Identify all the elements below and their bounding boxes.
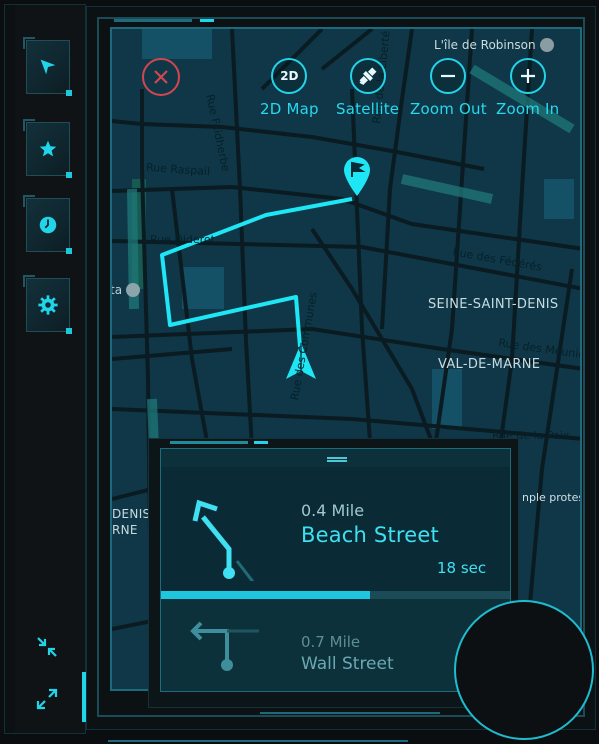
step-progress-fill: [161, 591, 371, 599]
panel-deco-dot: [254, 441, 268, 444]
destination-flag-icon[interactable]: [342, 155, 372, 197]
area-label: VAL-DE-MARNE: [438, 357, 541, 372]
frame-deco-line: [108, 740, 408, 742]
lock-icon: [126, 283, 141, 297]
poi-label: nple protes: [522, 491, 582, 504]
satellite-label: Satellite: [336, 100, 400, 118]
place-label[interactable]: L'île de Robinson: [434, 38, 554, 52]
direction-step-current[interactable]: 0.4 Mile Beach Street 18 sec: [161, 467, 510, 592]
place-icon: [539, 38, 554, 52]
panel-drag-handle[interactable]: [327, 457, 347, 462]
frame-deco-line: [260, 712, 440, 714]
2d-map-button[interactable]: 2D 2D Map: [260, 58, 319, 118]
area-label: SEINE-SAINT-DENIS: [428, 297, 559, 312]
poi-label: ta: [112, 283, 141, 297]
turn-left-icon: [190, 621, 259, 671]
panel-deco-line: [170, 441, 248, 444]
satellite-button[interactable]: Satellite: [336, 58, 399, 118]
zoom-in-label: Zoom In: [496, 100, 560, 118]
2d-map-label: 2D Map: [260, 100, 319, 118]
minus-icon: [430, 58, 467, 94]
collapse-arrows-icon: [37, 637, 57, 657]
step-street: Wall Street: [301, 654, 394, 674]
area-label: DENIS: [112, 507, 151, 521]
sidebar-edge: [5, 5, 15, 733]
satellite-icon: [349, 58, 386, 94]
gear-icon: [38, 295, 58, 315]
area-label: RNE: [112, 523, 138, 537]
star-icon: [39, 140, 57, 157]
zoom-in-button[interactable]: Zoom In: [496, 58, 559, 118]
2d-icon: 2D: [271, 58, 308, 94]
expand-button[interactable]: [34, 686, 60, 712]
step-distance: 0.4 Mile: [301, 501, 365, 520]
navigation-arrow-icon: [40, 59, 56, 75]
sidebar-item-history[interactable]: [23, 195, 72, 254]
collapse-button[interactable]: [34, 634, 60, 660]
sidebar-item-favorites[interactable]: [23, 119, 72, 178]
zoom-out-button[interactable]: Zoom Out: [410, 58, 487, 118]
sidebar-item-settings[interactable]: [23, 275, 72, 334]
zoom-out-label: Zoom Out: [410, 100, 487, 118]
close-button[interactable]: [142, 58, 180, 96]
street-label: Rue Diderot: [150, 233, 215, 246]
frame-deco-line: [114, 19, 192, 22]
plus-icon: [509, 58, 546, 94]
corner-decoration: [454, 600, 594, 740]
frame-deco-dot: [200, 19, 214, 22]
clock-icon: [39, 216, 57, 234]
step-distance: 0.7 Mile: [301, 633, 361, 651]
step-street: Beach Street: [301, 523, 439, 547]
step-eta: 18 sec: [437, 559, 487, 577]
step-progress-bar: [161, 591, 510, 599]
sidebar-item-navigate[interactable]: [23, 37, 72, 96]
expand-arrows-icon: [36, 688, 58, 710]
sidebar: [4, 4, 86, 734]
close-icon: [154, 70, 168, 84]
turn-left-icon: [192, 499, 255, 581]
frame-deco-bar: [82, 672, 86, 722]
